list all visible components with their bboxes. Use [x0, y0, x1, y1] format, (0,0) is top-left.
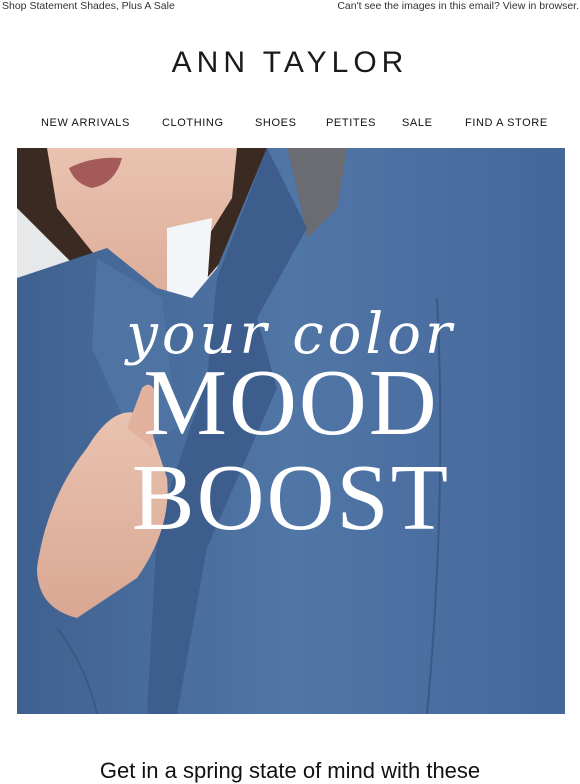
- preheader: Shop Statement Shades, Plus A Sale Can't…: [0, 0, 580, 14]
- nav-find-a-store[interactable]: FIND A STORE: [465, 117, 548, 129]
- nav-new-arrivals[interactable]: NEW ARRIVALS: [41, 117, 130, 129]
- view-in-browser-link[interactable]: Can't see the images in this email? View…: [337, 0, 579, 12]
- hero-headline-line1: MOOD: [143, 351, 439, 455]
- nav-sale[interactable]: SALE: [402, 117, 433, 129]
- nav-petites[interactable]: PETITES: [326, 117, 376, 129]
- brand-logo[interactable]: ANN TAYLOR: [0, 46, 580, 80]
- hero-banner[interactable]: your color MOOD BOOST: [17, 148, 565, 714]
- intro-text: Get in a spring state of mind with these: [99, 758, 481, 783]
- nav-shoes[interactable]: SHOES: [255, 117, 297, 129]
- hero-headline-line2: BOOST: [131, 446, 451, 550]
- nav-clothing[interactable]: CLOTHING: [162, 117, 224, 129]
- main-nav: NEW ARRIVALS CLOTHING SHOES PETITES SALE…: [0, 117, 580, 133]
- preheader-text: Shop Statement Shades, Plus A Sale: [2, 0, 175, 12]
